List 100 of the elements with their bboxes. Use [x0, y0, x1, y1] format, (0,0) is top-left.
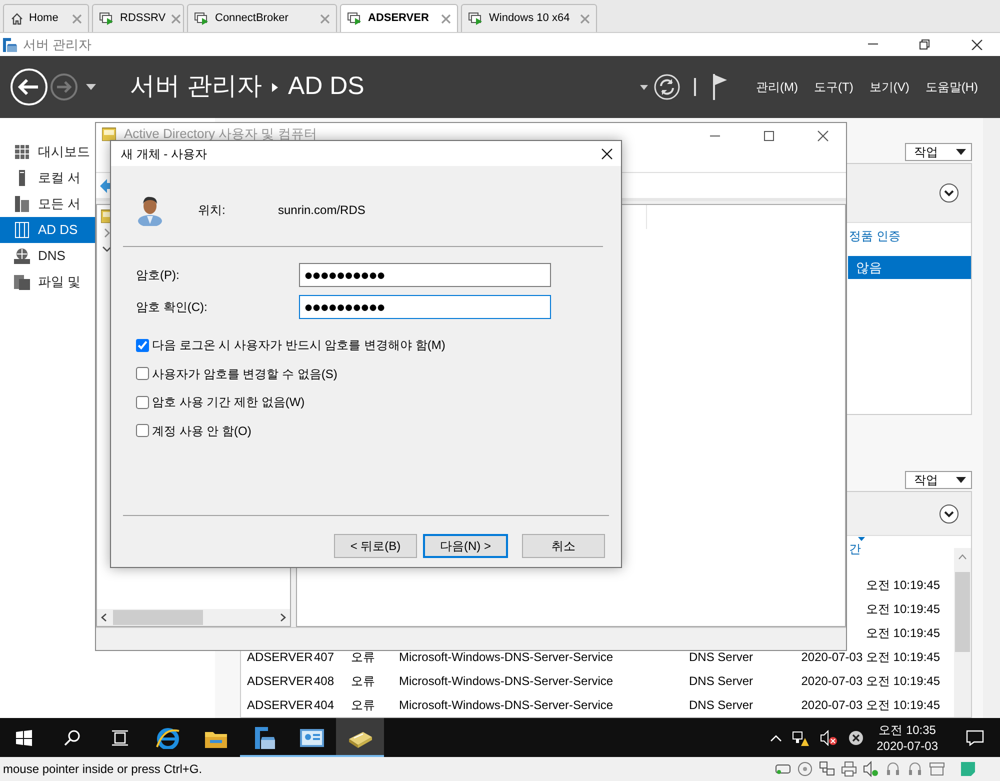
scrollbar[interactable]: [97, 609, 290, 626]
breadcrumb-arrow-icon: [272, 82, 278, 92]
virtual-machine-icon: [347, 12, 363, 26]
scrollbar-thumb[interactable]: [113, 610, 203, 625]
menu-item[interactable]: 관리(M): [756, 78, 798, 96]
table-row[interactable]: 않음: [848, 256, 971, 279]
notification-icon[interactable]: [966, 730, 984, 746]
archive-icon[interactable]: [929, 761, 945, 777]
field-label: 암호 확인(C):: [136, 299, 208, 316]
sidebar-item[interactable]: 파일 및: [0, 269, 95, 295]
column-header[interactable]: 정품 인증: [849, 226, 900, 244]
table-cell-text: ADSERVER: [247, 649, 314, 666]
clock-time[interactable]: 오전 10:35: [878, 722, 936, 738]
breadcrumb-item: AD DS: [288, 71, 364, 102]
table-cell-text: 오류: [351, 673, 376, 690]
virtual-machine-icon: [99, 12, 115, 26]
table-cell-text: ADSERVER: [247, 673, 314, 690]
virtual-machine-icon: [194, 12, 210, 26]
scrollbar-thumb[interactable]: [955, 572, 970, 652]
checkbox[interactable]: [136, 424, 149, 438]
dialog-title: 새 개체 - 사용자: [121, 146, 207, 162]
caret-icon: [956, 149, 966, 155]
sidebar-item[interactable]: AD DS: [0, 217, 95, 243]
checkbox-label: 다음 로그온 시 사용자가 반드시 암호를 변경해야 함(M): [152, 337, 446, 354]
scroll-left-icon[interactable]: [101, 613, 107, 622]
network-icon[interactable]: [819, 761, 835, 777]
speaker-icon[interactable]: [863, 761, 879, 777]
disc-icon[interactable]: [797, 761, 813, 777]
dropdown-icon[interactable]: [86, 84, 96, 90]
folder-icon: [102, 127, 116, 141]
menu-item[interactable]: 도움말(H): [925, 78, 978, 96]
flag-icon[interactable]: [712, 74, 728, 100]
breadcrumb-item[interactable]: 서버 관리자: [130, 68, 262, 106]
server-role-icon: [14, 222, 30, 238]
taskbar-button[interactable]: [336, 718, 384, 757]
expand-icon[interactable]: [939, 183, 959, 203]
table-cell-text: 오전 10:19:45: [864, 625, 940, 642]
maximize-icon[interactable]: [763, 130, 775, 142]
dropdown-icon[interactable]: [640, 84, 648, 90]
window-title: 서버 관리자: [23, 36, 93, 54]
clock-date[interactable]: 2020-07-03: [876, 738, 938, 754]
column-header[interactable]: 간: [849, 540, 861, 558]
checkbox[interactable]: [136, 367, 149, 380]
checkbox[interactable]: [136, 338, 149, 352]
forward-icon[interactable]: [50, 73, 78, 101]
virtual-machine-icon: [468, 12, 484, 26]
vm-tab[interactable]: RDSSRV: [92, 4, 184, 32]
network-warning-icon[interactable]: [792, 730, 810, 746]
search-icon[interactable]: [64, 730, 80, 746]
table-cell-text: Microsoft-Windows-DNS-Server-Service: [399, 649, 614, 666]
vm-tab[interactable]: ADSERVER: [340, 4, 458, 32]
expand-icon[interactable]: [939, 504, 959, 524]
dialog-button[interactable]: 다음(N) >: [423, 534, 508, 558]
task-view-icon[interactable]: [112, 730, 128, 746]
close-icon[interactable]: [601, 148, 613, 160]
printer-icon[interactable]: [841, 761, 857, 777]
close-icon[interactable]: [970, 39, 982, 50]
home-icon: [10, 12, 24, 26]
refresh-icon[interactable]: [654, 74, 680, 100]
table-cell-text: DNS Server: [689, 649, 754, 666]
sidebar-item[interactable]: 모든 서: [0, 191, 95, 217]
scrollbar[interactable]: [983, 118, 1000, 718]
menu-item[interactable]: 보기(V): [869, 78, 910, 96]
browser-icon: [156, 726, 180, 748]
table-cell-text: 2020-07-03 오전 10:19:45: [800, 649, 940, 666]
chevron-up-icon[interactable]: [770, 732, 782, 742]
scrollbar[interactable]: [954, 548, 971, 717]
restore-icon[interactable]: [918, 39, 930, 50]
dialog-button[interactable]: < 뒤로(B): [334, 534, 417, 558]
sidebar-item[interactable]: 대시보드: [0, 139, 95, 165]
sidebar-item[interactable]: DNS: [0, 243, 95, 269]
table-cell-text: 오전 10:19:45: [864, 601, 940, 618]
scroll-right-icon[interactable]: [280, 613, 286, 622]
table-cell-text: Microsoft-Windows-DNS-Server-Service: [399, 697, 614, 714]
table-cell-text: DNS Server: [689, 697, 754, 714]
tasks-button[interactable]: 작업: [905, 471, 972, 489]
speaker-muted-icon[interactable]: [820, 730, 838, 746]
server-role-icon: [14, 248, 30, 264]
tasks-button[interactable]: 작업: [905, 143, 972, 161]
checkbox[interactable]: [136, 396, 149, 409]
checkbox-label: 암호 사용 기간 제한 없음(W): [152, 394, 305, 412]
menu-item[interactable]: 도구(T): [814, 78, 854, 96]
back-icon[interactable]: [10, 68, 48, 106]
field-label: 암호(P):: [136, 267, 180, 284]
table-cell-text: 오전 10:19:45: [864, 577, 940, 594]
scroll-up-icon[interactable]: [958, 554, 967, 560]
close-icon[interactable]: [817, 130, 829, 142]
error-icon[interactable]: [848, 730, 864, 746]
vm-tab[interactable]: Windows 10 x64: [461, 4, 597, 32]
headset-icon[interactable]: [885, 761, 901, 777]
vm-tab[interactable]: Home: [3, 4, 89, 32]
table-cell-text: 오류: [351, 697, 376, 714]
password-field[interactable]: ●●●●●●●●●●: [299, 263, 551, 287]
vm-tab[interactable]: ConnectBroker: [187, 4, 337, 32]
dialog-button[interactable]: 취소: [522, 534, 605, 558]
password-field[interactable]: ●●●●●●●●●●: [299, 295, 551, 319]
sidebar-item[interactable]: 로컬 서: [0, 165, 95, 191]
table-cell-text: 408: [314, 673, 336, 690]
headset-icon[interactable]: [907, 761, 923, 777]
windows-icon[interactable]: [16, 730, 32, 746]
